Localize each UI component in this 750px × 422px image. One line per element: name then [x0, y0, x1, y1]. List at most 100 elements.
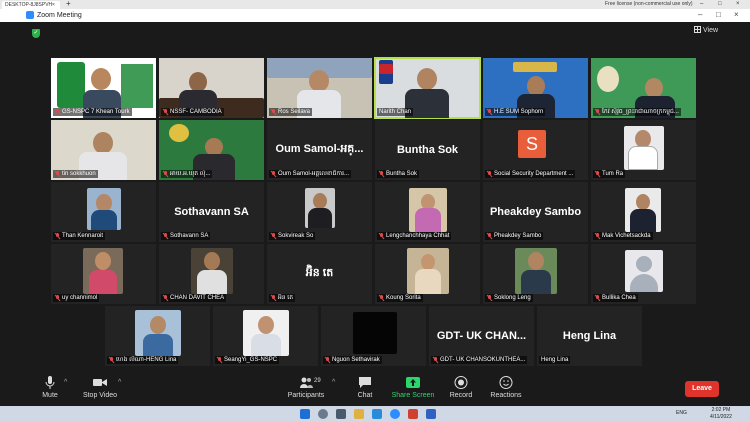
- clock-time: 2:02 PM: [711, 407, 731, 413]
- participant-name: Sokvireak So: [278, 233, 314, 239]
- video-tile[interactable]: Mak Vichetsackda: [591, 182, 696, 242]
- video-tile[interactable]: H.E SUM Sophorn: [483, 58, 588, 118]
- video-tile[interactable]: Koung Sorita: [375, 244, 480, 304]
- participant-label: H.E SUM Sophorn: [485, 108, 546, 116]
- leave-button[interactable]: Leave: [685, 381, 719, 397]
- participants-button[interactable]: Participants: [286, 368, 326, 406]
- participant-label: Tum Ra: [593, 170, 626, 178]
- record-button[interactable]: Record: [446, 368, 476, 406]
- video-tile[interactable]: Lengchanchhaya Chhat: [375, 182, 480, 242]
- video-tile-off[interactable]: អ៊ិន តេ អ៊ិន តេ: [267, 244, 372, 304]
- file-explorer-icon[interactable]: [354, 409, 364, 419]
- participants-label: Participants: [287, 392, 325, 399]
- participant-label: Than Kennaroit: [53, 232, 106, 240]
- video-tile[interactable]: Soklong Leng: [483, 244, 588, 304]
- video-tile[interactable]: GS-NSPC 7 Khean Tourk: [51, 58, 156, 118]
- participant-label: NSSF- CAMBODIA: [161, 108, 224, 116]
- browser-icon[interactable]: [372, 409, 382, 419]
- app-icon[interactable]: [408, 409, 418, 419]
- windows-start-icon[interactable]: [300, 409, 310, 419]
- video-tile[interactable]: Bullika Chea: [591, 244, 696, 304]
- mute-button[interactable]: Mute: [34, 368, 66, 406]
- remote-maximize-icon[interactable]: □: [718, 1, 722, 7]
- search-icon[interactable]: [318, 409, 328, 419]
- microphone-icon: [45, 376, 55, 389]
- video-tile[interactable]: Nguon Sethavirak: [321, 306, 426, 366]
- video-tile[interactable]: កែវ ស៊ីវុធ_ព្រះរាជាណាចក្រកម្ពុជ...: [591, 58, 696, 118]
- video-tile[interactable]: Ros Seilava: [267, 58, 372, 118]
- remote-tab[interactable]: DESKTOP-8J8SPVH ×: [2, 1, 60, 9]
- remote-tab-title: DESKTOP-8J8SPVH: [5, 2, 53, 8]
- participant-label: GS-NSPC 7 Khean Tourk: [53, 108, 132, 116]
- video-tile-off[interactable]: Buntha Sok Buntha Sok: [375, 120, 480, 180]
- stop-video-label: Stop Video: [82, 392, 118, 399]
- participant-label: Social Security Department ...: [485, 170, 576, 178]
- default-avatar-icon: [625, 250, 663, 292]
- participant-name: uy channimol: [62, 295, 98, 301]
- video-tile-off[interactable]: Sothavann SA Sothavann SA: [159, 182, 264, 242]
- encryption-shield-icon[interactable]: ✓: [32, 29, 40, 38]
- participant-name: ហេង លីណា-HENG Lina: [116, 357, 177, 363]
- participants-options-icon[interactable]: ^: [332, 379, 335, 386]
- mic-muted-icon: [595, 295, 600, 301]
- stop-video-button[interactable]: Stop Video: [80, 368, 120, 406]
- participant-label: Mak Vichetsackda: [593, 232, 653, 240]
- video-tile[interactable]: Than Kennaroit: [51, 182, 156, 242]
- video-tile[interactable]: uy channimol: [51, 244, 156, 304]
- mic-muted-icon: [217, 357, 222, 363]
- video-options-icon[interactable]: ^: [118, 379, 121, 386]
- minimize-icon[interactable]: –: [698, 10, 702, 19]
- remote-minimize-icon[interactable]: –: [700, 1, 703, 7]
- video-tile-off[interactable]: Pheakdey Sambo Pheakdey Sambo: [483, 182, 588, 242]
- video-tile-active-speaker[interactable]: Narith Chan: [374, 57, 481, 119]
- video-tile[interactable]: NSSF- CAMBODIA: [159, 58, 264, 118]
- zoom-app-icon[interactable]: [390, 409, 400, 419]
- mic-muted-icon: [379, 171, 384, 177]
- participant-label: Sothavann SA: [161, 232, 211, 240]
- close-icon[interactable]: ×: [734, 10, 739, 19]
- video-tile-off[interactable]: Oum Samol-អគ្... Oum Samol-អគ្គលេខាធិការ…: [267, 120, 372, 180]
- reactions-button[interactable]: Reactions: [487, 368, 525, 406]
- participant-label: Ros Seilava: [269, 108, 313, 116]
- zoom-logo-icon: [26, 11, 34, 19]
- video-tile[interactable]: tin sokkhuon: [51, 120, 156, 180]
- app-icon[interactable]: [426, 409, 436, 419]
- mic-muted-icon: [55, 233, 60, 239]
- video-tile[interactable]: អាយ.អ.ឃុត ល៉ុ...: [159, 120, 264, 180]
- close-tab-icon[interactable]: ×: [52, 1, 55, 9]
- mic-muted-icon: [163, 109, 168, 115]
- mic-muted-icon: [487, 171, 492, 177]
- participant-name: Soklong Leng: [494, 295, 531, 301]
- mic-muted-icon: [595, 233, 600, 239]
- system-clock[interactable]: 2:02 PM 4/11/2022: [710, 407, 732, 421]
- video-tile[interactable]: ហេង លីណា-HENG Lina: [105, 306, 210, 366]
- video-tile[interactable]: Tum Ra: [591, 120, 696, 180]
- remote-close-icon[interactable]: ×: [736, 1, 740, 7]
- video-tile[interactable]: SeangYi_GS-NSPC: [213, 306, 318, 366]
- mic-muted-icon: [487, 295, 492, 301]
- video-tile-off[interactable]: GDT- UK CHAN... GDT- UK CHANSOKUNTHEA...: [429, 306, 534, 366]
- participant-name: កែវ ស៊ីវុធ_ព្រះរាជាណាចក្រកម្ពុជ...: [602, 109, 679, 115]
- participant-name: Lengchanchhaya Chhat: [386, 233, 450, 239]
- video-tile-off[interactable]: S Social Security Department ...: [483, 120, 588, 180]
- windows-taskbar: ENG 2:02 PM 4/11/2022: [0, 406, 750, 422]
- view-button[interactable]: View: [694, 26, 718, 34]
- task-view-icon[interactable]: [336, 409, 346, 419]
- mic-muted-icon: [271, 171, 276, 177]
- language-indicator[interactable]: ENG: [676, 410, 687, 416]
- participant-name: Oum Samol-អគ្គលេខាធិការ...: [278, 171, 350, 177]
- video-camera-icon: [93, 379, 107, 386]
- new-tab-icon[interactable]: +: [66, 0, 71, 8]
- mic-muted-icon: [595, 171, 600, 177]
- video-tile-off[interactable]: Heng Lina Heng Lina: [537, 306, 642, 366]
- video-tile[interactable]: Sokvireak So: [267, 182, 372, 242]
- maximize-icon[interactable]: □: [716, 10, 721, 19]
- mic-muted-icon: [271, 109, 276, 115]
- participant-label: Buntha Sok: [377, 170, 420, 178]
- participants-count: 29: [314, 378, 321, 384]
- mic-muted-icon: [325, 357, 330, 363]
- share-screen-button[interactable]: Share Screen: [390, 368, 436, 406]
- chat-button[interactable]: Chat: [350, 368, 380, 406]
- video-tile[interactable]: CHAN DAVIT CHEA: [159, 244, 264, 304]
- audio-options-icon[interactable]: ^: [64, 379, 67, 386]
